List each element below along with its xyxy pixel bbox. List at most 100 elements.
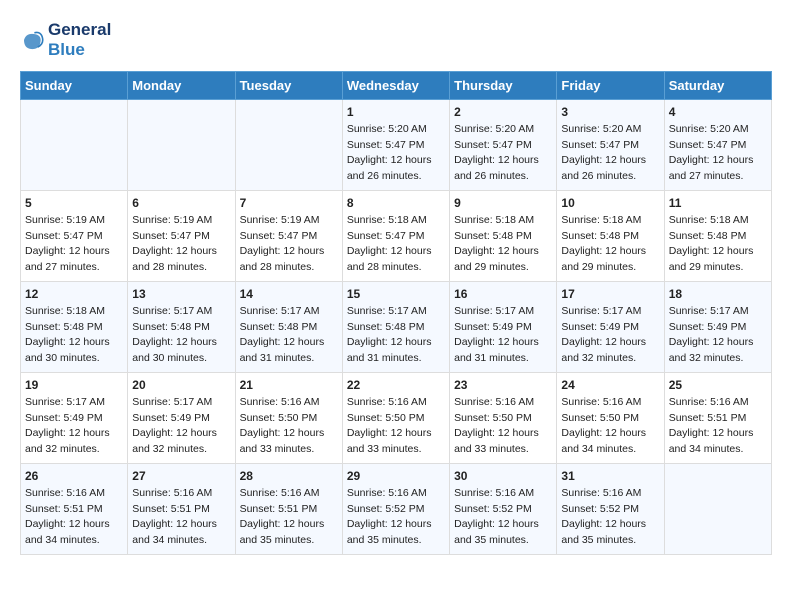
calendar-cell: 19Sunrise: 5:17 AM Sunset: 5:49 PM Dayli… (21, 372, 128, 463)
day-number: 5 (25, 196, 123, 210)
calendar-cell: 28 Sunrise: 5:16 AM Sunset: 5:51 PM Dayli… (235, 463, 342, 554)
calendar-week-row: 5 Sunrise: 5:19 AM Sunset: 5:47 PM Daylig… (21, 190, 772, 281)
calendar-cell (235, 99, 342, 190)
day-info: Sunrise: 5:16 AM Sunset: 5:51 PM Dayligh… (132, 486, 230, 549)
day-number: 19 (25, 378, 123, 392)
day-info: Sunrise: 5:19 AM Sunset: 5:47 PM Dayligh… (240, 213, 338, 276)
calendar-cell: 15 Sunrise: 5:17 AM Sunset: 5:48 PM Dayli… (342, 281, 449, 372)
page-header: General Blue (20, 20, 772, 61)
day-info: Sunrise: 5:16 AM Sunset: 5:50 PM Dayligh… (240, 395, 338, 458)
day-number: 21 (240, 378, 338, 392)
day-info: Sunrise: 5:16 AM Sunset: 5:52 PM Dayligh… (561, 486, 659, 549)
day-of-week-header: Sunday (21, 71, 128, 99)
day-number: 6 (132, 196, 230, 210)
day-info: Sunrise: 5:18 AM Sunset: 5:48 PM Dayligh… (25, 304, 123, 367)
day-info: Sunrise: 5:16 AM Sunset: 5:51 PM Dayligh… (240, 486, 338, 549)
day-info: Sunrise: 5:18 AM Sunset: 5:48 PM Dayligh… (669, 213, 767, 276)
calendar-cell: 21 Sunrise: 5:16 AM Sunset: 5:50 PM Dayli… (235, 372, 342, 463)
calendar-cell: 13Sunrise: 5:17 AM Sunset: 5:48 PM Dayli… (128, 281, 235, 372)
calendar-week-row: 19 Sunrise: 5:17 AM Sunset: 5:49 PM Dayli… (21, 372, 772, 463)
calendar-cell: 23 Sunrise: 5:16 AM Sunset: 5:50 PM Dayli… (450, 372, 557, 463)
day-info: Sunrise: 5:16 AM Sunset: 5:50 PM Dayligh… (561, 395, 659, 458)
calendar-header-row: SundayMondayTuesdayWednesdayThursdayFrid… (21, 71, 772, 99)
calendar-cell: 30Sunrise: 5:16 AM Sunset: 5:52 PM Dayli… (450, 463, 557, 554)
calendar-cell: 2Sunrise: 5:20 AM Sunset: 5:47 PM Daylig… (450, 99, 557, 190)
calendar-cell: 24 Sunrise: 5:16 AM Sunset: 5:50 PM Dayli… (557, 372, 664, 463)
day-of-week-header: Thursday (450, 71, 557, 99)
day-of-week-header: Wednesday (342, 71, 449, 99)
calendar-cell: 7Sunrise: 5:19 AM Sunset: 5:47 PM Daylig… (235, 190, 342, 281)
day-number: 8 (347, 196, 445, 210)
day-number: 20 (132, 378, 230, 392)
day-number: 1 (347, 105, 445, 119)
calendar-cell: 29 Sunrise: 5:16 AM Sunset: 5:52 PM Dayli… (342, 463, 449, 554)
day-number: 10 (561, 196, 659, 210)
day-info: Sunrise: 5:17 AM Sunset: 5:49 PM Dayligh… (454, 304, 552, 367)
day-number: 3 (561, 105, 659, 119)
day-number: 26 (25, 469, 123, 483)
day-info: Sunrise: 5:16 AM Sunset: 5:52 PM Dayligh… (454, 486, 552, 549)
day-info: Sunrise: 5:17 AM Sunset: 5:49 PM Dayligh… (132, 395, 230, 458)
day-number: 4 (669, 105, 767, 119)
day-info: Sunrise: 5:16 AM Sunset: 5:51 PM Dayligh… (25, 486, 123, 549)
day-info: Sunrise: 5:18 AM Sunset: 5:48 PM Dayligh… (454, 213, 552, 276)
day-number: 22 (347, 378, 445, 392)
day-number: 15 (347, 287, 445, 301)
day-info: Sunrise: 5:20 AM Sunset: 5:47 PM Dayligh… (561, 122, 659, 185)
day-info: Sunrise: 5:18 AM Sunset: 5:47 PM Dayligh… (347, 213, 445, 276)
day-info: Sunrise: 5:16 AM Sunset: 5:50 PM Dayligh… (347, 395, 445, 458)
day-number: 25 (669, 378, 767, 392)
day-info: Sunrise: 5:17 AM Sunset: 5:49 PM Dayligh… (561, 304, 659, 367)
calendar-cell: 6 Sunrise: 5:19 AM Sunset: 5:47 PM Daylig… (128, 190, 235, 281)
calendar-table: SundayMondayTuesdayWednesdayThursdayFrid… (20, 71, 772, 555)
day-info: Sunrise: 5:19 AM Sunset: 5:47 PM Dayligh… (25, 213, 123, 276)
calendar-cell: 12 Sunrise: 5:18 AM Sunset: 5:48 PM Dayli… (21, 281, 128, 372)
calendar-week-row: 1 Sunrise: 5:20 AM Sunset: 5:47 PM Daylig… (21, 99, 772, 190)
day-number: 31 (561, 469, 659, 483)
day-info: Sunrise: 5:18 AM Sunset: 5:48 PM Dayligh… (561, 213, 659, 276)
day-number: 12 (25, 287, 123, 301)
day-info: Sunrise: 5:20 AM Sunset: 5:47 PM Dayligh… (669, 122, 767, 185)
calendar-cell: 1 Sunrise: 5:20 AM Sunset: 5:47 PM Daylig… (342, 99, 449, 190)
day-of-week-header: Monday (128, 71, 235, 99)
day-of-week-header: Saturday (664, 71, 771, 99)
calendar-cell: 10 Sunrise: 5:18 AM Sunset: 5:48 PM Dayli… (557, 190, 664, 281)
day-number: 28 (240, 469, 338, 483)
calendar-cell: 26 Sunrise: 5:16 AM Sunset: 5:51 PM Dayli… (21, 463, 128, 554)
day-number: 14 (240, 287, 338, 301)
day-number: 9 (454, 196, 552, 210)
calendar-cell: 5 Sunrise: 5:19 AM Sunset: 5:47 PM Daylig… (21, 190, 128, 281)
day-info: Sunrise: 5:17 AM Sunset: 5:48 PM Dayligh… (347, 304, 445, 367)
calendar-cell: 18Sunrise: 5:17 AM Sunset: 5:49 PM Dayli… (664, 281, 771, 372)
day-number: 11 (669, 196, 767, 210)
calendar-cell (21, 99, 128, 190)
calendar-cell: 25 Sunrise: 5:16 AM Sunset: 5:51 PM Dayli… (664, 372, 771, 463)
calendar-cell: 4 Sunrise: 5:20 AM Sunset: 5:47 PM Daylig… (664, 99, 771, 190)
calendar-cell: 27Sunrise: 5:16 AM Sunset: 5:51 PM Dayli… (128, 463, 235, 554)
day-number: 2 (454, 105, 552, 119)
day-info: Sunrise: 5:19 AM Sunset: 5:47 PM Dayligh… (132, 213, 230, 276)
day-number: 18 (669, 287, 767, 301)
calendar-cell: 14 Sunrise: 5:17 AM Sunset: 5:48 PM Dayli… (235, 281, 342, 372)
day-number: 13 (132, 287, 230, 301)
day-info: Sunrise: 5:17 AM Sunset: 5:48 PM Dayligh… (240, 304, 338, 367)
logo: General Blue (20, 20, 111, 61)
day-number: 29 (347, 469, 445, 483)
calendar-cell: 3 Sunrise: 5:20 AM Sunset: 5:47 PM Daylig… (557, 99, 664, 190)
day-number: 17 (561, 287, 659, 301)
logo-icon (20, 28, 44, 52)
day-info: Sunrise: 5:16 AM Sunset: 5:51 PM Dayligh… (669, 395, 767, 458)
calendar-cell: 9 Sunrise: 5:18 AM Sunset: 5:48 PM Daylig… (450, 190, 557, 281)
day-number: 24 (561, 378, 659, 392)
logo-text: General Blue (48, 20, 111, 61)
day-of-week-header: Tuesday (235, 71, 342, 99)
day-number: 23 (454, 378, 552, 392)
calendar-cell: 31 Sunrise: 5:16 AM Sunset: 5:52 PM Dayli… (557, 463, 664, 554)
calendar-cell (664, 463, 771, 554)
day-number: 16 (454, 287, 552, 301)
day-info: Sunrise: 5:16 AM Sunset: 5:50 PM Dayligh… (454, 395, 552, 458)
calendar-cell (128, 99, 235, 190)
calendar-cell: 20 Sunrise: 5:17 AM Sunset: 5:49 PM Dayli… (128, 372, 235, 463)
day-info: Sunrise: 5:20 AM Sunset: 5:47 PM Dayligh… (347, 122, 445, 185)
day-info: Sunrise: 5:16 AM Sunset: 5:52 PM Dayligh… (347, 486, 445, 549)
